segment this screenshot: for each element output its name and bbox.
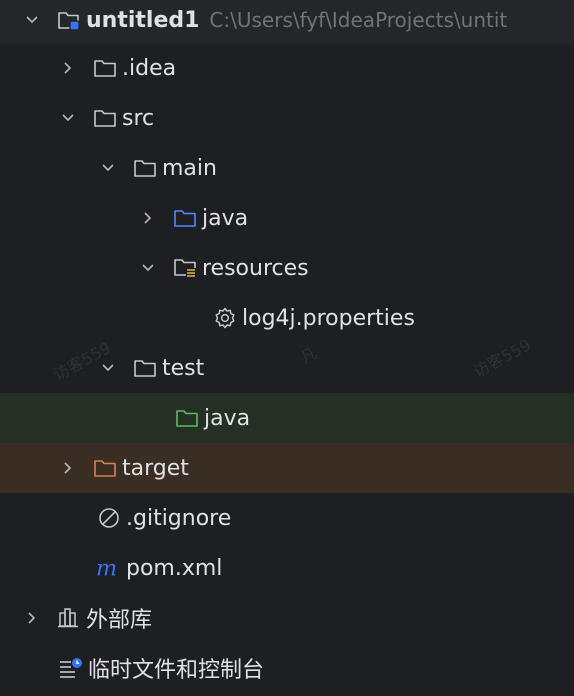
folder-icon [132,155,158,181]
tree-label-idea: .idea [122,55,177,81]
excluded-folder-icon [92,455,118,481]
folder-icon [92,55,118,81]
tree-row-resources[interactable]: resources [0,243,574,293]
library-icon [56,605,82,631]
tree-row-project-root[interactable]: untitled1 C:\Users\fyf\IdeaProjects\unti… [0,0,574,45]
tree-row-idea[interactable]: .idea [0,43,574,93]
tree-label-log4j: log4j.properties [242,305,415,331]
chevron-down-icon[interactable] [58,108,78,128]
tree-row-target[interactable]: target [0,443,574,493]
tree-row-external-libraries[interactable]: 外部库 [0,593,574,643]
resources-folder-icon [172,255,198,281]
chevron-right-icon[interactable] [58,58,78,78]
chevron-down-icon[interactable] [138,258,158,278]
project-tree: 访客559 凡 访客559 untitled1 C:\Users\fyf\Ide… [0,0,574,696]
folder-icon [132,355,158,381]
tree-label-external-libraries: 外部库 [86,608,153,633]
tree-row-log4j[interactable]: log4j.properties [0,293,574,343]
tree-row-scratches[interactable]: 临时文件和控制台 [0,643,574,693]
tree-row-src[interactable]: src [0,93,574,143]
tree-label-target: target [122,455,189,481]
tree-label-resources: resources [202,255,309,281]
chevron-right-icon[interactable] [22,608,42,628]
tree-label-src: src [122,105,155,131]
test-source-folder-icon [174,405,200,431]
tree-row-main[interactable]: main [0,143,574,193]
tree-label-scratches: 临时文件和控制台 [88,658,265,683]
settings-file-icon [212,305,238,331]
tree-label-pom: pom.xml [126,555,223,581]
folder-icon [92,105,118,131]
project-name: untitled1 [86,7,200,33]
tree-row-main-java[interactable]: java [0,193,574,243]
module-folder-icon [56,7,82,33]
scratches-icon [58,655,84,681]
tree-row-gitignore[interactable]: .gitignore [0,493,574,543]
project-path: C:\Users\fyf\IdeaProjects\untit [209,8,508,32]
chevron-down-icon[interactable] [98,358,118,378]
tree-label-main: main [162,155,217,181]
ignored-file-icon [96,505,122,531]
tree-row-test-java[interactable]: java [0,393,574,443]
chevron-down-icon[interactable] [22,10,42,30]
tree-label-test-java: java [204,405,251,431]
tree-label-main-java: java [202,205,249,231]
maven-file-icon: m [96,555,122,581]
source-folder-icon [172,205,198,231]
chevron-down-icon[interactable] [98,158,118,178]
tree-row-pom[interactable]: m pom.xml [0,543,574,593]
tree-row-test[interactable]: test [0,343,574,393]
chevron-right-icon[interactable] [138,208,158,228]
chevron-right-icon[interactable] [58,458,78,478]
svg-text:m: m [96,556,117,580]
tree-label-test: test [162,355,205,381]
tree-label-gitignore: .gitignore [126,505,232,531]
